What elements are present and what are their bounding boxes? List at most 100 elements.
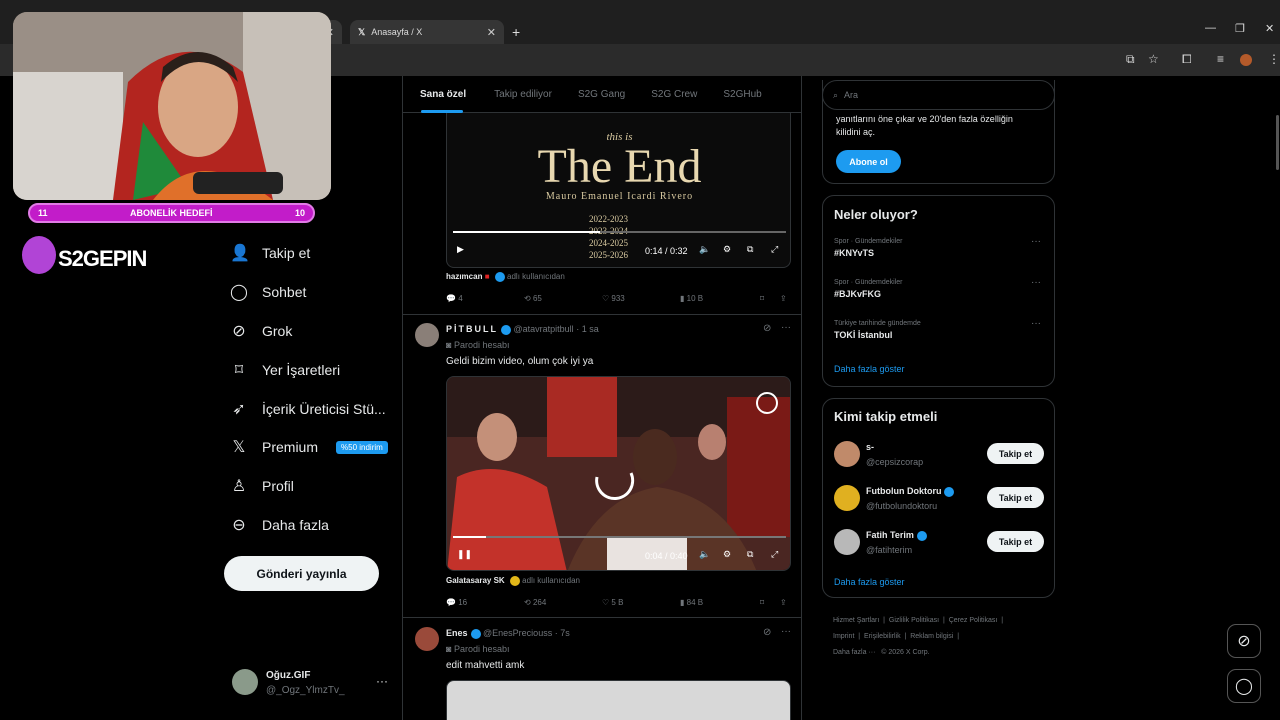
tab-s2ghub[interactable]: S2GHub [703,89,761,100]
author-handle[interactable]: @EnesPreciouss [483,628,552,638]
repost-button[interactable]: ⟲ 65 [524,294,602,303]
more-icon[interactable]: ··· [1031,318,1041,329]
trend-item[interactable]: Spor · Gündemdekiler #KNYvTS [834,238,902,258]
views-button[interactable]: ▮ 84 B [680,598,760,607]
footer-more[interactable]: Daha fazla ··· [833,649,875,656]
views-button[interactable]: ▮ 10 B [680,294,760,303]
nav-premium[interactable]: 𝕏 Premium %50 indirim [230,437,388,457]
star-icon[interactable]: ☆ [1148,52,1159,66]
tab-following[interactable]: Takip ediliyor [472,89,552,100]
fullscreen-icon[interactable]: ⤢ [771,244,778,255]
video-source-1[interactable]: hazımcan ■ adlı kullanıcıdan [446,272,565,282]
post-button[interactable]: Gönderi yayınla [224,556,379,591]
video-player-1[interactable]: this is The End Mauro Emanuel Icardi Riv… [446,106,791,268]
tab-for-you[interactable]: Sana özel [403,89,466,100]
share-icon[interactable]: ⇪ [780,294,787,303]
author-name[interactable]: PİTBULL [446,324,498,334]
trend-item[interactable]: Türkiye tarihinde gündemde TOKİ İstanbul [834,320,921,340]
follow-button[interactable]: Takip et [987,531,1044,552]
tab-s2g-gang[interactable]: S2G Gang [558,89,625,100]
follow-button[interactable]: Takip et [987,487,1044,508]
fullscreen-icon[interactable]: ⤢ [771,549,778,560]
post-time[interactable]: · 7s [555,628,570,638]
show-more-trends[interactable]: Daha fazla göster [834,364,905,374]
minimize-icon[interactable]: — [1205,22,1216,34]
post-avatar[interactable] [415,627,439,651]
footer-link[interactable]: Erişilebilirlik [864,633,901,640]
settings-icon[interactable]: ⚙ [723,244,731,255]
footer-link[interactable]: Imprint [833,633,854,640]
subscribe-button[interactable]: Abone ol [836,150,901,173]
suggestion-avatar[interactable] [834,485,860,511]
footer-link[interactable]: Gizlilik Politikası [889,617,939,624]
grok-icon[interactable]: ⊘ [763,323,771,334]
search-input[interactable]: ⌕ Ara [822,80,1055,110]
volume-icon[interactable]: 🔈 [699,549,710,560]
profile-avatar[interactable] [1240,54,1252,66]
grok-icon[interactable]: ⊘ [763,627,771,638]
like-button[interactable]: ♡ 5 B [602,598,680,607]
nav-profile[interactable]: ♙ Profil [230,476,294,496]
messages-float-icon[interactable]: ◯ [1227,669,1261,703]
follow-button[interactable]: Takip et [987,443,1044,464]
play-icon[interactable]: ▶ [457,244,464,255]
footer-link[interactable]: Reklam bilgisi [910,633,953,640]
nav-sohbet[interactable]: ◯ Sohbet [230,282,306,302]
account-more-icon[interactable]: ··· [376,674,388,688]
author-handle[interactable]: @atavratpitbull [514,324,574,334]
video-progress[interactable] [453,231,786,233]
author-name[interactable]: Enes [446,628,468,638]
post-time[interactable]: · 1 sa [576,324,599,334]
footer-link[interactable]: Çerez Politikası [949,617,998,624]
suggestion-name[interactable]: Fatih Terim [866,530,927,541]
post-avatar[interactable] [415,323,439,347]
suggestion-name[interactable]: s- [866,442,874,452]
settings-icon[interactable]: ⚙ [723,549,731,560]
pause-icon[interactable]: ❚❚ [457,549,472,560]
close-window-icon[interactable]: ✕ [1265,22,1274,35]
trend-item[interactable]: Spor · Gündemdekiler #BJKvFKG [834,279,902,299]
reply-button[interactable]: 💬 4 [446,294,524,303]
scrollbar[interactable] [1276,115,1279,170]
bookmark-icon[interactable]: ⌑ [760,598,780,607]
more-icon[interactable]: ··· [1031,277,1041,288]
more-icon[interactable]: ··· [781,322,791,333]
nav-grok[interactable]: ⊘ Grok [230,321,292,341]
pip-icon[interactable]: ⧉ [747,549,753,560]
more-icon[interactable]: ··· [781,626,791,637]
pip-icon[interactable]: ⧉ [747,244,753,255]
reply-button[interactable]: 💬 16 [446,598,524,607]
share-icon[interactable]: ⇪ [780,598,787,607]
menu-icon[interactable]: ⋮ [1268,52,1280,66]
browser-tab-active[interactable]: 𝕏 Anasayfa / X ✕ [350,20,504,44]
repost-button[interactable]: ⟲ 264 [524,598,602,607]
show-more-suggestions[interactable]: Daha fazla göster [834,577,905,587]
who-title: Kimi takip etmeli [834,409,938,424]
video-player-2[interactable]: ❚❚ 0:04 / 0:40 🔈 ⚙ ⧉ ⤢ [446,376,791,571]
grok-float-icon[interactable]: ⊘ [1227,624,1261,658]
suggestion-name[interactable]: Futbolun Doktoru [866,486,955,497]
nav-creator-studio[interactable]: ➶ İçerik Üreticisi Stü... [230,399,385,419]
footer-link[interactable]: Hizmet Şartları [833,617,879,624]
install-icon[interactable]: ⧉ [1126,52,1135,67]
suggestion-avatar[interactable] [834,441,860,467]
video-player-3[interactable] [446,680,791,720]
video-source-2[interactable]: Galatasaray SK adlı kullanıcıdan [446,576,580,586]
suggestion-avatar[interactable] [834,529,860,555]
video-progress[interactable] [453,536,786,538]
verified-icon [501,324,511,335]
bookmark-icon[interactable]: ⌑ [760,294,780,303]
new-tab-icon[interactable]: + [512,24,520,40]
more-icon[interactable]: ··· [1031,236,1041,247]
nav-takip-et[interactable]: 👤 Takip et [230,243,310,263]
volume-icon[interactable]: 🔈 [699,244,710,255]
close-icon[interactable]: ✕ [487,26,496,39]
account-avatar[interactable] [232,669,258,695]
tab-s2g-crew[interactable]: S2G Crew [631,89,697,100]
extensions-icon[interactable]: ⧠ [1182,52,1192,67]
nav-bookmarks[interactable]: ⌑ Yer İşaretleri [230,360,340,380]
media-icon[interactable]: ≡ [1217,52,1224,66]
like-button[interactable]: ♡ 933 [602,294,680,303]
nav-more[interactable]: ⊖ Daha fazla [230,515,329,535]
restore-icon[interactable]: ❐ [1235,22,1245,35]
